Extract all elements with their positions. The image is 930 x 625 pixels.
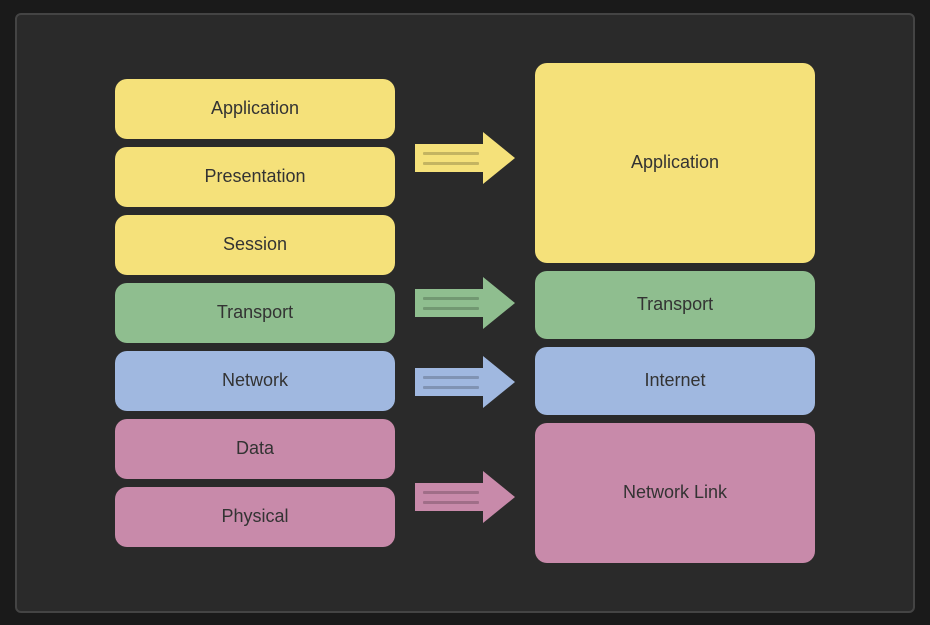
- osi-column: Application Presentation Session Transpo…: [115, 79, 395, 547]
- pink-arrow-body: [415, 483, 487, 511]
- tcpip-application-layer: Application: [535, 63, 815, 263]
- osi-network-layer: Network: [115, 351, 395, 411]
- yellow-arrow: [415, 132, 515, 184]
- blue-arrow-body: [415, 368, 487, 396]
- tcpip-networklink-layer: Network Link: [535, 423, 815, 563]
- tcpip-internet-layer: Internet: [535, 347, 815, 415]
- yellow-arrow-head: [483, 132, 515, 184]
- yellow-arrow-container: [415, 58, 515, 258]
- yellow-arrow-body: [415, 144, 487, 172]
- pink-arrow: [415, 471, 515, 523]
- arrows-column: [395, 53, 535, 573]
- pink-arrow-head: [483, 471, 515, 523]
- osi-data-layer: Data: [115, 419, 395, 479]
- blue-arrow: [415, 356, 515, 408]
- osi-tcpip-diagram: Application Presentation Session Transpo…: [15, 13, 915, 613]
- tcpip-column: Application Transport Internet Network L…: [535, 63, 815, 563]
- green-arrow-container: [415, 269, 515, 337]
- osi-application-layer: Application: [115, 79, 395, 139]
- blue-arrow-head: [483, 356, 515, 408]
- osi-transport-layer: Transport: [115, 283, 395, 343]
- osi-session-layer: Session: [115, 215, 395, 275]
- green-arrow-head: [483, 277, 515, 329]
- green-arrow-body: [415, 289, 487, 317]
- green-arrow: [415, 277, 515, 329]
- blue-arrow-container: [415, 348, 515, 416]
- tcpip-transport-layer: Transport: [535, 271, 815, 339]
- osi-physical-layer: Physical: [115, 487, 395, 547]
- pink-arrow-container: [415, 427, 515, 567]
- osi-presentation-layer: Presentation: [115, 147, 395, 207]
